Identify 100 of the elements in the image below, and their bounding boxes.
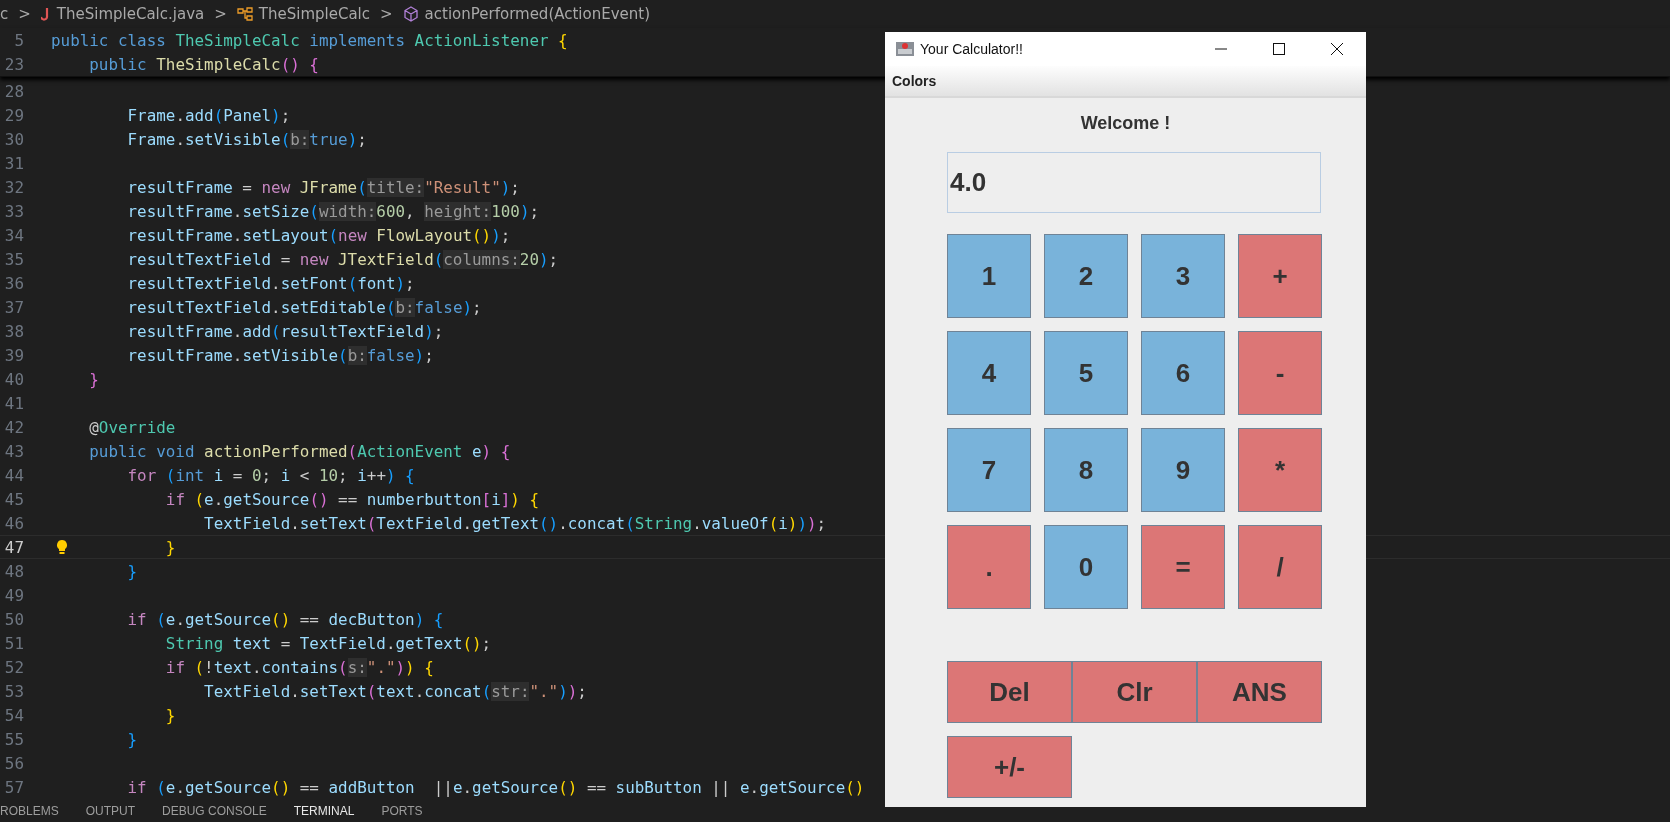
panel-tab[interactable]: DEBUG CONSOLE [162, 804, 267, 818]
code-line: resultFrame.setVisible(b:false); [127, 345, 434, 365]
calculator-key[interactable]: 1 [947, 234, 1031, 318]
code-line: } [89, 369, 99, 389]
code-line: resultFrame.add(resultTextField); [127, 321, 444, 341]
code-line: String text = TextField.getText(); [165, 633, 492, 653]
line-number: 47 [3, 537, 24, 557]
line-number: 33 [3, 201, 24, 221]
line-number: 50 [3, 609, 24, 629]
line-number: 41 [3, 393, 24, 413]
code-line: } [127, 729, 138, 749]
close-icon[interactable] [1331, 43, 1343, 55]
code-line: resultTextField.setFont(font); [127, 273, 415, 293]
app-icon [895, 39, 915, 59]
code-line: public void actionPerformed(ActionEvent e) { [89, 441, 511, 461]
line-number: 39 [3, 345, 24, 365]
calculator-key[interactable]: 8 [1044, 428, 1128, 512]
sign-key[interactable]: +/- [947, 736, 1072, 798]
line-number: 40 [3, 369, 24, 389]
line-number: 29 [3, 105, 24, 125]
panel-tab[interactable]: TERMINAL [293, 804, 355, 818]
breadcrumb-item[interactable]: TheSimpleCalc [258, 5, 370, 23]
code-line: Frame.add(Panel); [127, 105, 291, 125]
breadcrumb-item[interactable]: c [0, 5, 9, 23]
line-number: 49 [3, 585, 24, 605]
code-line: for (int i = 0; i < 10; i++) { [127, 465, 415, 485]
code-line: if (e.getSource() == decButton) { [127, 609, 444, 629]
function-key[interactable]: Clr [1072, 661, 1197, 723]
chevron-separator: > [18, 5, 31, 23]
line-number: 23 [3, 54, 24, 74]
line-number: 53 [3, 681, 24, 701]
line-number: 55 [3, 729, 24, 749]
line-number: 31 [3, 153, 24, 173]
code-line: if (e.getSource() == numberbutton[i]) { [165, 489, 540, 509]
line-number: 56 [3, 753, 24, 773]
line-number: 46 [3, 513, 24, 533]
line-number: 51 [3, 633, 24, 653]
line-number: 34 [3, 225, 24, 245]
chevron-separator: > [380, 5, 393, 23]
window-title: Your Calculator!! [920, 41, 1023, 57]
line-number: 57 [3, 777, 24, 797]
calculator-key[interactable]: 7 [947, 428, 1031, 512]
line-number: 48 [3, 561, 24, 581]
code-line: resultTextField = new JTextField(columns:20); [127, 249, 559, 269]
line-number: 42 [3, 417, 24, 437]
code-line: public TheSimpleCalc() { [89, 54, 319, 74]
line-number: 44 [3, 465, 24, 485]
calculator-key[interactable]: 3 [1141, 234, 1225, 318]
line-number: 28 [3, 81, 24, 101]
line-number: 35 [3, 249, 24, 269]
function-key[interactable]: ANS [1197, 661, 1322, 723]
code-line: } [127, 561, 138, 581]
breadcrumb-item[interactable]: actionPerformed(ActionEvent) [424, 5, 651, 23]
line-number: 38 [3, 321, 24, 341]
line-number: 52 [3, 657, 24, 677]
menu-item[interactable]: Colors [892, 73, 937, 89]
maximize-icon[interactable] [1273, 43, 1285, 55]
calculator-key[interactable]: = [1141, 525, 1225, 609]
line-number: 32 [3, 177, 24, 197]
chevron-separator: > [214, 5, 227, 23]
calculator-key[interactable]: . [947, 525, 1031, 609]
line-number: 37 [3, 297, 24, 317]
function-key[interactable]: Del [947, 661, 1072, 723]
line-number: 45 [3, 489, 24, 509]
line-number: 54 [3, 705, 24, 725]
java-file-icon [40, 7, 51, 21]
code-line: resultFrame = new JFrame(title:"Result"); [127, 177, 520, 197]
result-display[interactable]: 4.0 [947, 152, 1321, 213]
code-line: } [165, 537, 176, 557]
breadcrumb-item[interactable]: TheSimpleCalc.java [56, 5, 205, 23]
calculator-key[interactable]: 0 [1044, 525, 1128, 609]
code-line: resultTextField.setEditable(b:false); [127, 297, 482, 317]
calculator-key[interactable]: 2 [1044, 234, 1128, 318]
class-icon [236, 7, 253, 21]
calculator-key[interactable]: 6 [1141, 331, 1225, 415]
calculator-key[interactable]: - [1238, 331, 1322, 415]
calculator-key[interactable]: * [1238, 428, 1322, 512]
welcome-heading: Welcome ! [1079, 112, 1172, 135]
panel-tab[interactable]: OUTPUT [85, 804, 136, 818]
code-line: resultFrame.setSize(width:600, height:100); [127, 201, 540, 221]
code-line: if (e.getSource() == addButton ||e.getSource() == subButton || e.getSource() [127, 777, 865, 797]
code-line: public class TheSimpleCalc implements ActionListener { [51, 30, 568, 50]
panel-tab[interactable]: ROBLEMS [0, 804, 59, 818]
code-line: if (!text.contains(s:".")) { [165, 657, 434, 677]
cube-icon [402, 6, 419, 22]
code-line: } [165, 705, 176, 725]
calculator-key[interactable]: 4 [947, 331, 1031, 415]
code-line: TextField.setText(text.concat(str:".")); [204, 681, 587, 701]
panel-tab[interactable]: PORTS [381, 804, 423, 818]
calculator-key[interactable]: + [1238, 234, 1322, 318]
calculator-key[interactable]: 9 [1141, 428, 1225, 512]
code-line: resultFrame.setLayout(new FlowLayout()); [127, 225, 511, 245]
line-number: 36 [3, 273, 24, 293]
calculator-key[interactable]: 5 [1044, 331, 1128, 415]
lightbulb-icon[interactable] [56, 539, 68, 555]
line-number: 5 [13, 30, 24, 50]
code-line: TextField.setText(TextField.getText().concat(String.valueOf(i))); [204, 513, 827, 533]
calculator-key[interactable]: / [1238, 525, 1322, 609]
code-line: @Override [89, 417, 176, 437]
line-number: 30 [3, 129, 24, 149]
